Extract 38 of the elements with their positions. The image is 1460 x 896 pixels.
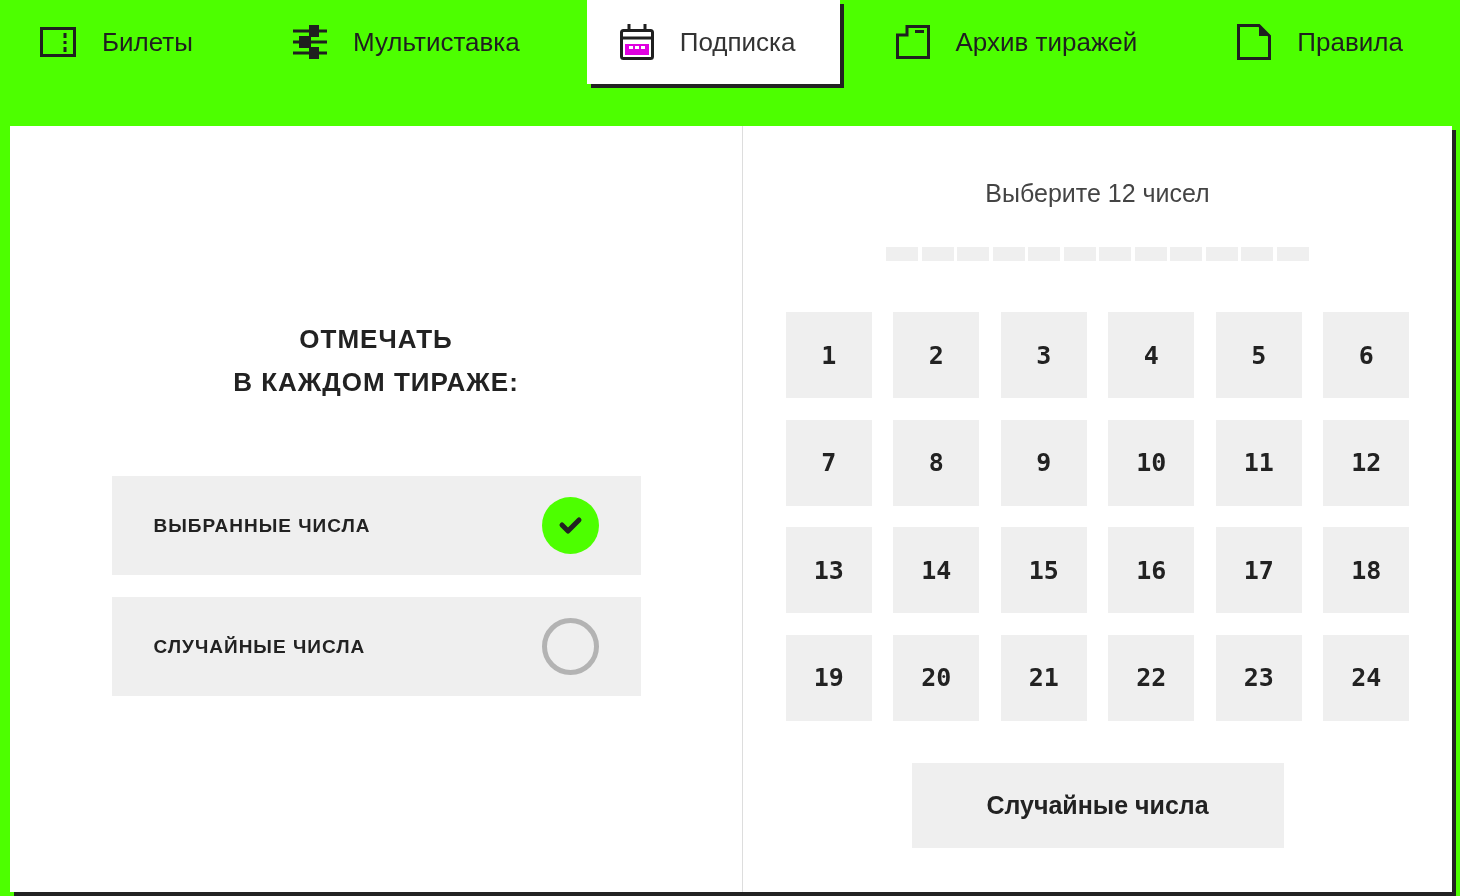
number-button[interactable]: 9	[1000, 419, 1087, 506]
number-button[interactable]: 3	[1000, 312, 1087, 398]
folder-icon	[895, 25, 930, 59]
prompt-text: Выберите 12 чисел	[985, 178, 1210, 208]
number-button[interactable]: 1	[785, 312, 872, 398]
section-heading: ОТМЕЧАТЬ В КАЖДОМ ТИРАЖЕ:	[233, 323, 519, 399]
number-button[interactable]: 14	[893, 527, 980, 613]
number-button[interactable]: 2	[893, 312, 980, 398]
number-button[interactable]: 15	[1000, 527, 1087, 613]
number-button[interactable]: 8	[893, 419, 980, 506]
number-button[interactable]: 23	[1215, 634, 1302, 721]
number-button[interactable]: 24	[1323, 634, 1410, 721]
number-button[interactable]: 10	[1108, 419, 1195, 506]
number-button[interactable]: 18	[1323, 527, 1410, 613]
number-button[interactable]: 5	[1215, 312, 1302, 398]
number-button[interactable]: 22	[1108, 634, 1195, 721]
tab[interactable]: Мультиставка	[259, 0, 564, 84]
option-row[interactable]: СЛУЧАЙНЫЕ ЧИСЛА	[111, 597, 641, 696]
number-button[interactable]: 6	[1323, 312, 1410, 398]
number-button[interactable]: 11	[1215, 419, 1302, 506]
calendar-icon	[619, 24, 654, 60]
number-button[interactable]: 13	[785, 527, 872, 613]
number-button[interactable]: 7	[785, 419, 872, 506]
tab[interactable]: Билеты	[7, 0, 237, 84]
document-icon	[1237, 24, 1272, 60]
option-row[interactable]: ВЫБРАННЫЕ ЧИСЛА	[111, 476, 641, 575]
tab[interactable]: Правила	[1204, 0, 1447, 84]
number-button[interactable]: 19	[785, 634, 872, 721]
number-button[interactable]: 21	[1000, 634, 1087, 721]
ticket-icon	[40, 27, 76, 57]
number-button[interactable]: 4	[1108, 312, 1195, 398]
number-button[interactable]: 12	[1323, 419, 1410, 506]
tab[interactable]: Архив тиражей	[862, 0, 1182, 84]
number-button[interactable]: 16	[1108, 527, 1195, 613]
number-button[interactable]: 17	[1215, 527, 1302, 613]
number-button[interactable]: 20	[893, 634, 980, 721]
sliders-icon	[292, 24, 327, 60]
random-numbers-button[interactable]: Случайные числа	[911, 762, 1284, 848]
